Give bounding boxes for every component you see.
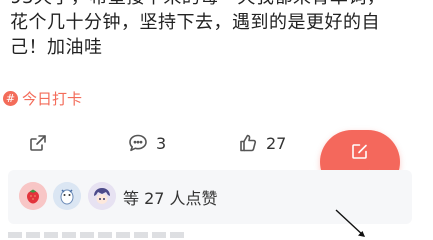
post-body-text: 93天了，希望接下来的每一天我都来背单词， 花个几十分钟，坚持下去，遇到的是更好… bbox=[10, 0, 425, 60]
comment-icon bbox=[129, 134, 147, 152]
like-count: 27 bbox=[266, 133, 287, 153]
comment-count: 3 bbox=[156, 133, 167, 153]
likes-summary: 等 27 人点赞 bbox=[123, 189, 218, 208]
share-button[interactable] bbox=[28, 130, 48, 156]
tag-icon: # bbox=[3, 90, 18, 106]
like-button[interactable]: 27 bbox=[238, 130, 286, 156]
next-content-peek bbox=[8, 232, 188, 238]
checkin-tag-label: 今日打卡 bbox=[22, 89, 83, 108]
share-icon bbox=[30, 135, 46, 151]
arrow-pointer-icon bbox=[335, 209, 365, 237]
cartoon-avatar[interactable] bbox=[53, 182, 81, 210]
post-line: 花个几十分钟，坚持下去，遇到的是更好的自 bbox=[10, 12, 380, 33]
edit-icon bbox=[352, 144, 367, 159]
post-line: 93天了，希望接下来的每一天我都来背单词， bbox=[10, 0, 425, 10]
post-detail-screen: 93天了，希望接下来的每一天我都来背单词， 花个几十分钟，坚持下去，遇到的是更好… bbox=[0, 0, 433, 240]
strawberry-avatar[interactable] bbox=[19, 182, 47, 210]
post-line: 己！加油哇 bbox=[10, 37, 103, 58]
comment-button[interactable]: 3 bbox=[128, 130, 166, 156]
thumbs-up-icon bbox=[240, 134, 257, 152]
anime-avatar[interactable] bbox=[88, 182, 116, 210]
checkin-tag[interactable]: # 今日打卡 bbox=[3, 88, 82, 108]
